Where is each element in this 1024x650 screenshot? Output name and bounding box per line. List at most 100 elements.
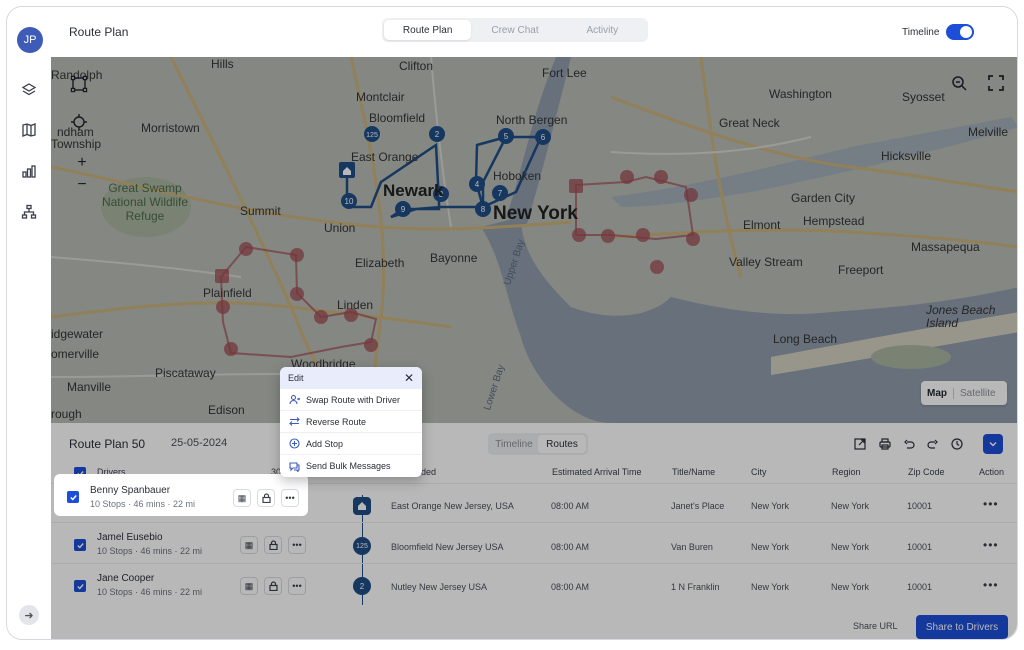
more-icon[interactable]: ••• <box>281 489 299 507</box>
calendar-icon[interactable]: ▦ <box>240 536 258 554</box>
svg-text:5: 5 <box>504 132 509 141</box>
tab-crew-chat[interactable]: Crew Chat <box>471 20 558 40</box>
place-label: Linden <box>337 298 374 312</box>
zoom-in-icon[interactable]: + <box>70 151 94 175</box>
place-label: Hoboken <box>493 169 542 183</box>
svg-text:4: 4 <box>475 180 480 189</box>
tab-timeline[interactable]: Timeline <box>490 435 538 453</box>
menu-item-bulk-messages[interactable]: Send Bulk Messages <box>280 455 422 477</box>
calendar-icon[interactable]: ▦ <box>240 577 258 595</box>
place-label: Hempstead <box>803 214 865 228</box>
place-label: Manville <box>67 380 112 394</box>
chart-icon[interactable] <box>19 161 39 181</box>
place-label: Summit <box>240 204 281 218</box>
place-label: Bloomfield <box>369 111 426 125</box>
menu-item-reverse-route[interactable]: Reverse Route <box>280 411 422 433</box>
row-actions-icon[interactable]: ••• <box>983 578 999 592</box>
stop-marker-7[interactable]: 7 <box>492 185 508 201</box>
driver-name: Jamel Eusebio <box>97 532 163 543</box>
lock-icon[interactable] <box>264 577 282 595</box>
zoom-search-icon[interactable] <box>951 75 975 99</box>
popup-header: Edit ✕ <box>280 367 422 389</box>
redo-icon[interactable] <box>924 435 942 453</box>
row-actions-icon[interactable]: ••• <box>983 538 999 552</box>
stop-marker-4[interactable]: 4 <box>469 176 485 192</box>
timeline-toggle[interactable] <box>946 24 974 40</box>
stop-marker-125[interactable]: 125 <box>364 126 380 142</box>
collapse-panel-button[interactable] <box>983 434 1003 454</box>
stop-marker-2[interactable]: 2 <box>429 126 445 142</box>
menu-item-swap-route[interactable]: Swap Route with Driver <box>280 389 422 411</box>
place-label: Great Swamp National Wildlife Refuge <box>101 181 189 223</box>
driver-checkbox[interactable] <box>74 539 86 551</box>
tab-routes[interactable]: Routes <box>538 435 586 453</box>
select-area-icon[interactable] <box>70 75 94 99</box>
locate-icon[interactable] <box>70 113 94 137</box>
row-actions-icon[interactable]: ••• <box>983 497 999 511</box>
stop-address: East Orange New Jersey, USA <box>391 501 514 511</box>
map-type-map[interactable]: Map <box>921 387 954 399</box>
menu-item-add-stop[interactable]: Add Stop <box>280 433 422 455</box>
map-type-satellite[interactable]: Satellite <box>954 388 1002 399</box>
stop-marker: 125 <box>353 537 371 555</box>
tab-route-plan[interactable]: Route Plan <box>384 20 472 40</box>
more-icon[interactable]: ••• <box>288 577 306 595</box>
arrow-right-icon[interactable]: ➜ <box>19 605 39 625</box>
place-label: Union <box>324 221 356 235</box>
zoom-out-icon[interactable]: − <box>70 173 94 197</box>
place-label: Long Beach <box>773 332 838 346</box>
add-circle-icon <box>288 438 300 450</box>
lock-icon[interactable] <box>257 489 275 507</box>
route-map[interactable]: 125 2 5 6 4 7 3 8 9 10 Randolph Hills Cl… <box>51 57 1017 423</box>
place-label: Syosset <box>902 90 945 104</box>
share-to-drivers-button[interactable]: Share to Drivers <box>916 615 1008 639</box>
stop-title: 1 N Franklin <box>671 582 720 592</box>
share-url-link[interactable]: Share URL <box>853 621 898 631</box>
calendar-icon[interactable]: ▦ <box>233 489 251 507</box>
home-marker <box>353 497 371 515</box>
selected-driver-row[interactable]: Benny Spanbauer 10 Stops · 46 mins · 22 … <box>54 474 308 516</box>
place-label: Hills <box>211 57 234 71</box>
close-icon[interactable]: ✕ <box>404 371 414 385</box>
svg-text:8: 8 <box>481 205 486 214</box>
avatar[interactable]: JP <box>17 27 43 53</box>
svg-text:7: 7 <box>498 189 503 198</box>
stop-marker-6[interactable]: 6 <box>535 129 551 145</box>
layers-icon[interactable] <box>19 80 39 100</box>
divider <box>51 563 1017 564</box>
more-icon[interactable]: ••• <box>288 536 306 554</box>
export-icon[interactable] <box>851 435 869 453</box>
stop-marker-9[interactable]: 9 <box>395 201 411 217</box>
driver-checkbox[interactable] <box>67 491 79 503</box>
driver-stops: 10 Stops · 46 mins · 22 mi <box>97 546 203 556</box>
home-marker[interactable] <box>339 162 355 178</box>
column-header-zip: Zip Code <box>908 467 945 477</box>
driver-name: Benny Spanbauer <box>90 485 171 496</box>
stop-marker-8[interactable]: 8 <box>475 201 491 217</box>
stop-eta: 08:00 AM <box>551 582 590 592</box>
stop-region: New York <box>831 542 870 552</box>
column-header-action: Action <box>979 467 1005 477</box>
stop-marker-5[interactable]: 5 <box>498 128 514 144</box>
map-icon[interactable] <box>19 120 39 140</box>
fullscreen-icon[interactable] <box>988 75 1012 99</box>
place-label: Freeport <box>838 263 884 277</box>
panel-dim-overlay <box>51 423 1017 639</box>
popup-title: Edit <box>288 373 304 383</box>
tab-activity[interactable]: Activity <box>559 20 646 40</box>
undo-icon[interactable] <box>900 435 918 453</box>
app-window: JP ➜ Route Plan Route Plan Crew Chat Act… <box>6 6 1018 640</box>
stop-marker-10[interactable]: 10 <box>341 193 357 209</box>
history-icon[interactable] <box>948 435 966 453</box>
user-swap-icon <box>288 394 300 406</box>
reverse-icon <box>288 416 300 428</box>
stop-marker: 2 <box>353 577 371 595</box>
stop-title: Janet's Place <box>671 501 725 511</box>
place-label: New York <box>493 203 578 224</box>
place-label: Elmont <box>743 218 781 232</box>
lock-icon[interactable] <box>264 536 282 554</box>
route-plan-date: 25-05-2024 <box>171 437 228 449</box>
hierarchy-icon[interactable] <box>19 202 39 222</box>
driver-checkbox[interactable] <box>74 580 86 592</box>
print-icon[interactable] <box>876 435 894 453</box>
